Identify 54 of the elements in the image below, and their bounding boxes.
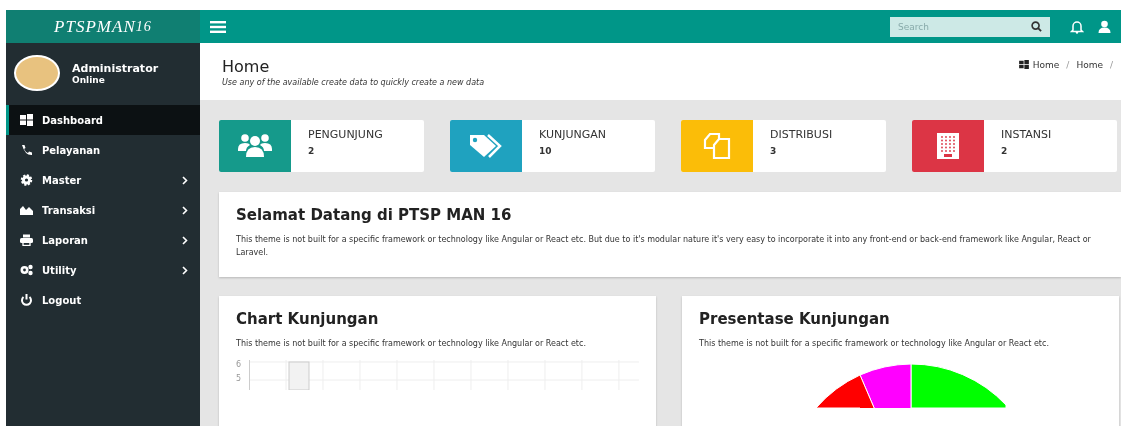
- breadcrumb-link[interactable]: Home: [1076, 59, 1103, 70]
- menu-icon[interactable]: [210, 20, 226, 33]
- sidebar-item[interactable]: Pelayanan: [6, 135, 200, 165]
- chevron-icon: [182, 175, 188, 185]
- breadcrumb-separator: /: [1066, 59, 1070, 70]
- sidebar-item[interactable]: Master: [6, 165, 200, 195]
- chevron-icon: [182, 205, 188, 215]
- page-title: Home: [222, 56, 271, 76]
- bell-icon[interactable]: [1070, 19, 1084, 34]
- user-status: Online: [72, 74, 106, 85]
- axis-tick-label: 5: [236, 374, 242, 385]
- sidebar-item[interactable]: Dashboard: [6, 105, 200, 135]
- sidebar-item[interactable]: Transaksi: [6, 195, 200, 225]
- sidebar-item[interactable]: Laporan: [6, 225, 200, 255]
- copy-icon: [703, 132, 731, 160]
- gear-icon: [20, 174, 33, 186]
- sidebar-item[interactable]: Logout: [6, 285, 200, 315]
- user-name: Administrator: [72, 61, 159, 75]
- welcome-text: This theme is not built for a specific framework or technology like Angular or React etc. But due to it's modular nature it's very easy to incorporate it into any front-end or back-end framework like Angular, React or Laravel.: [236, 234, 1092, 259]
- building-icon: [937, 133, 959, 159]
- stat-label: DISTRIBUSI: [770, 128, 833, 141]
- users-icon: [238, 133, 272, 159]
- chart-title: Chart Kunjungan: [236, 309, 380, 328]
- search-field[interactable]: Search: [898, 16, 1031, 37]
- breadcrumb-separator: /: [1109, 59, 1113, 70]
- phone-icon: [20, 144, 33, 156]
- page-subtitle: Use any of the available create data to quickly create a new data: [222, 77, 485, 87]
- stat-label: KUNJUNGAN: [539, 128, 606, 141]
- user-icon[interactable]: [1098, 20, 1111, 33]
- chevron-icon: [182, 265, 188, 275]
- gears-icon: [20, 264, 33, 276]
- chevron-icon: [182, 235, 188, 245]
- chart-title: Presentase Kunjungan: [699, 309, 891, 328]
- printer-icon: [20, 234, 33, 246]
- stat-value: 2: [308, 146, 316, 156]
- chart-description: This theme is not built for a specific framework or technology like Angular or React etc.: [236, 337, 587, 350]
- stat-label: INSTANSI: [1001, 128, 1052, 141]
- area-icon: [20, 204, 33, 216]
- welcome-title: Selamat Datang di PTSP MAN 16: [236, 206, 513, 224]
- power-icon: [20, 294, 33, 306]
- windows-icon: [1018, 60, 1029, 69]
- sidebar-item[interactable]: Utility: [6, 255, 200, 285]
- stat-value: 2: [1001, 146, 1009, 156]
- windows-icon: [20, 114, 33, 126]
- avatar: [14, 55, 60, 91]
- axis-tick-label: 6: [236, 360, 242, 371]
- breadcrumb-link[interactable]: Home: [1032, 59, 1060, 70]
- search-icon[interactable]: [1031, 21, 1042, 32]
- tags-icon: [468, 133, 504, 159]
- stat-value: 3: [770, 146, 778, 156]
- chart-description: This theme is not built for a specific framework or technology like Angular or React etc.: [699, 337, 1050, 350]
- stat-label: PENGUNJUNG: [308, 128, 383, 141]
- stat-value: 10: [539, 146, 553, 156]
- search-bar[interactable]: Search: [890, 16, 1050, 37]
